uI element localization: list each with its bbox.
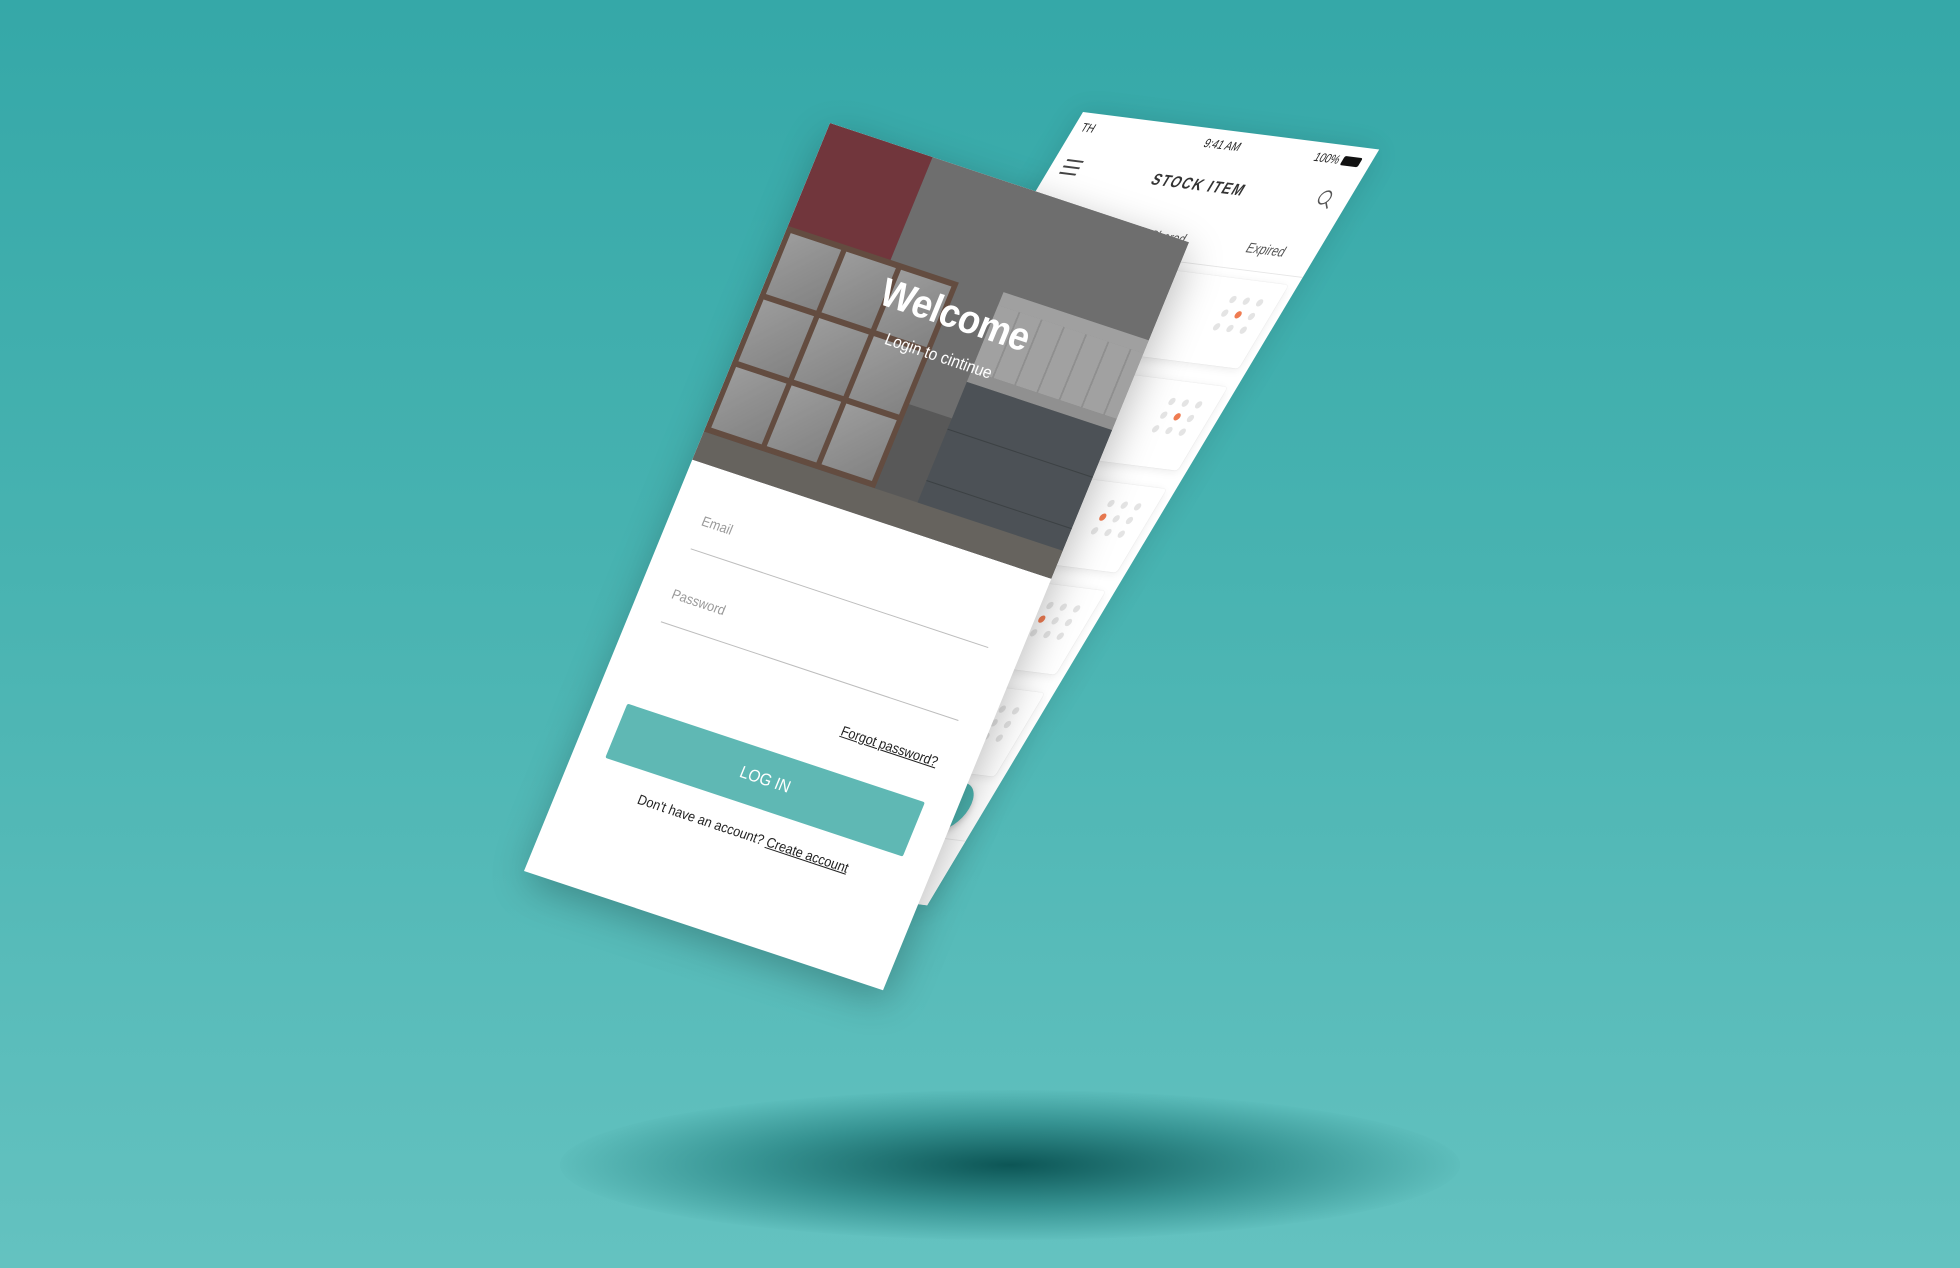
freshness-dot	[994, 734, 1005, 743]
freshness-dots	[1211, 295, 1266, 335]
freshness-dot	[1150, 424, 1161, 433]
freshness-dot	[1105, 499, 1117, 508]
freshness-dots	[1089, 499, 1144, 539]
freshness-dot	[1071, 604, 1082, 613]
battery-indicator: 100%	[1311, 150, 1365, 169]
forgot-password-link[interactable]: Forgot password?	[839, 723, 941, 770]
freshness-dot	[1246, 312, 1257, 321]
freshness-dot	[1227, 295, 1239, 304]
freshness-dot	[1041, 630, 1053, 639]
mockup-stage: TH 9:41 AM 100% STOCK ITEM Shared Expire…	[0, 0, 1960, 1268]
freshness-dot	[1110, 514, 1122, 523]
freshness-dot	[1158, 411, 1169, 420]
create-account-link[interactable]: Create account	[764, 834, 851, 876]
freshness-dot	[1254, 298, 1265, 307]
freshness-dot	[1119, 501, 1130, 510]
freshness-dot	[1102, 528, 1114, 537]
floor-shadow	[560, 1090, 1460, 1240]
freshness-dot	[1211, 322, 1222, 331]
freshness-dot	[1171, 412, 1183, 421]
freshness-dot	[1232, 310, 1244, 319]
freshness-dot	[1058, 603, 1069, 612]
freshness-dot	[1241, 297, 1252, 306]
freshness-dot	[1055, 632, 1066, 641]
freshness-dot	[1219, 309, 1230, 318]
freshness-dot	[1193, 400, 1204, 409]
freshness-dot	[1063, 618, 1074, 627]
freshness-dots	[1150, 397, 1205, 437]
freshness-dot	[1132, 502, 1143, 511]
freshness-dot	[1002, 720, 1013, 729]
freshness-dot	[1116, 530, 1127, 539]
freshness-dot	[1185, 414, 1196, 423]
freshness-dot	[1044, 601, 1056, 610]
freshness-dot	[1166, 397, 1178, 406]
tab-expired[interactable]: Expired	[1204, 224, 1327, 277]
freshness-dot	[1177, 428, 1188, 437]
freshness-dot	[1097, 513, 1108, 522]
freshness-dot	[1049, 616, 1061, 625]
freshness-dot	[1163, 426, 1175, 435]
freshness-dot	[1010, 706, 1021, 715]
freshness-dot	[1224, 324, 1236, 333]
freshness-dot	[1089, 526, 1100, 535]
freshness-dot	[1124, 516, 1135, 525]
freshness-dot	[1180, 399, 1191, 408]
freshness-dot	[1238, 326, 1249, 335]
freshness-dot	[1036, 615, 1047, 624]
